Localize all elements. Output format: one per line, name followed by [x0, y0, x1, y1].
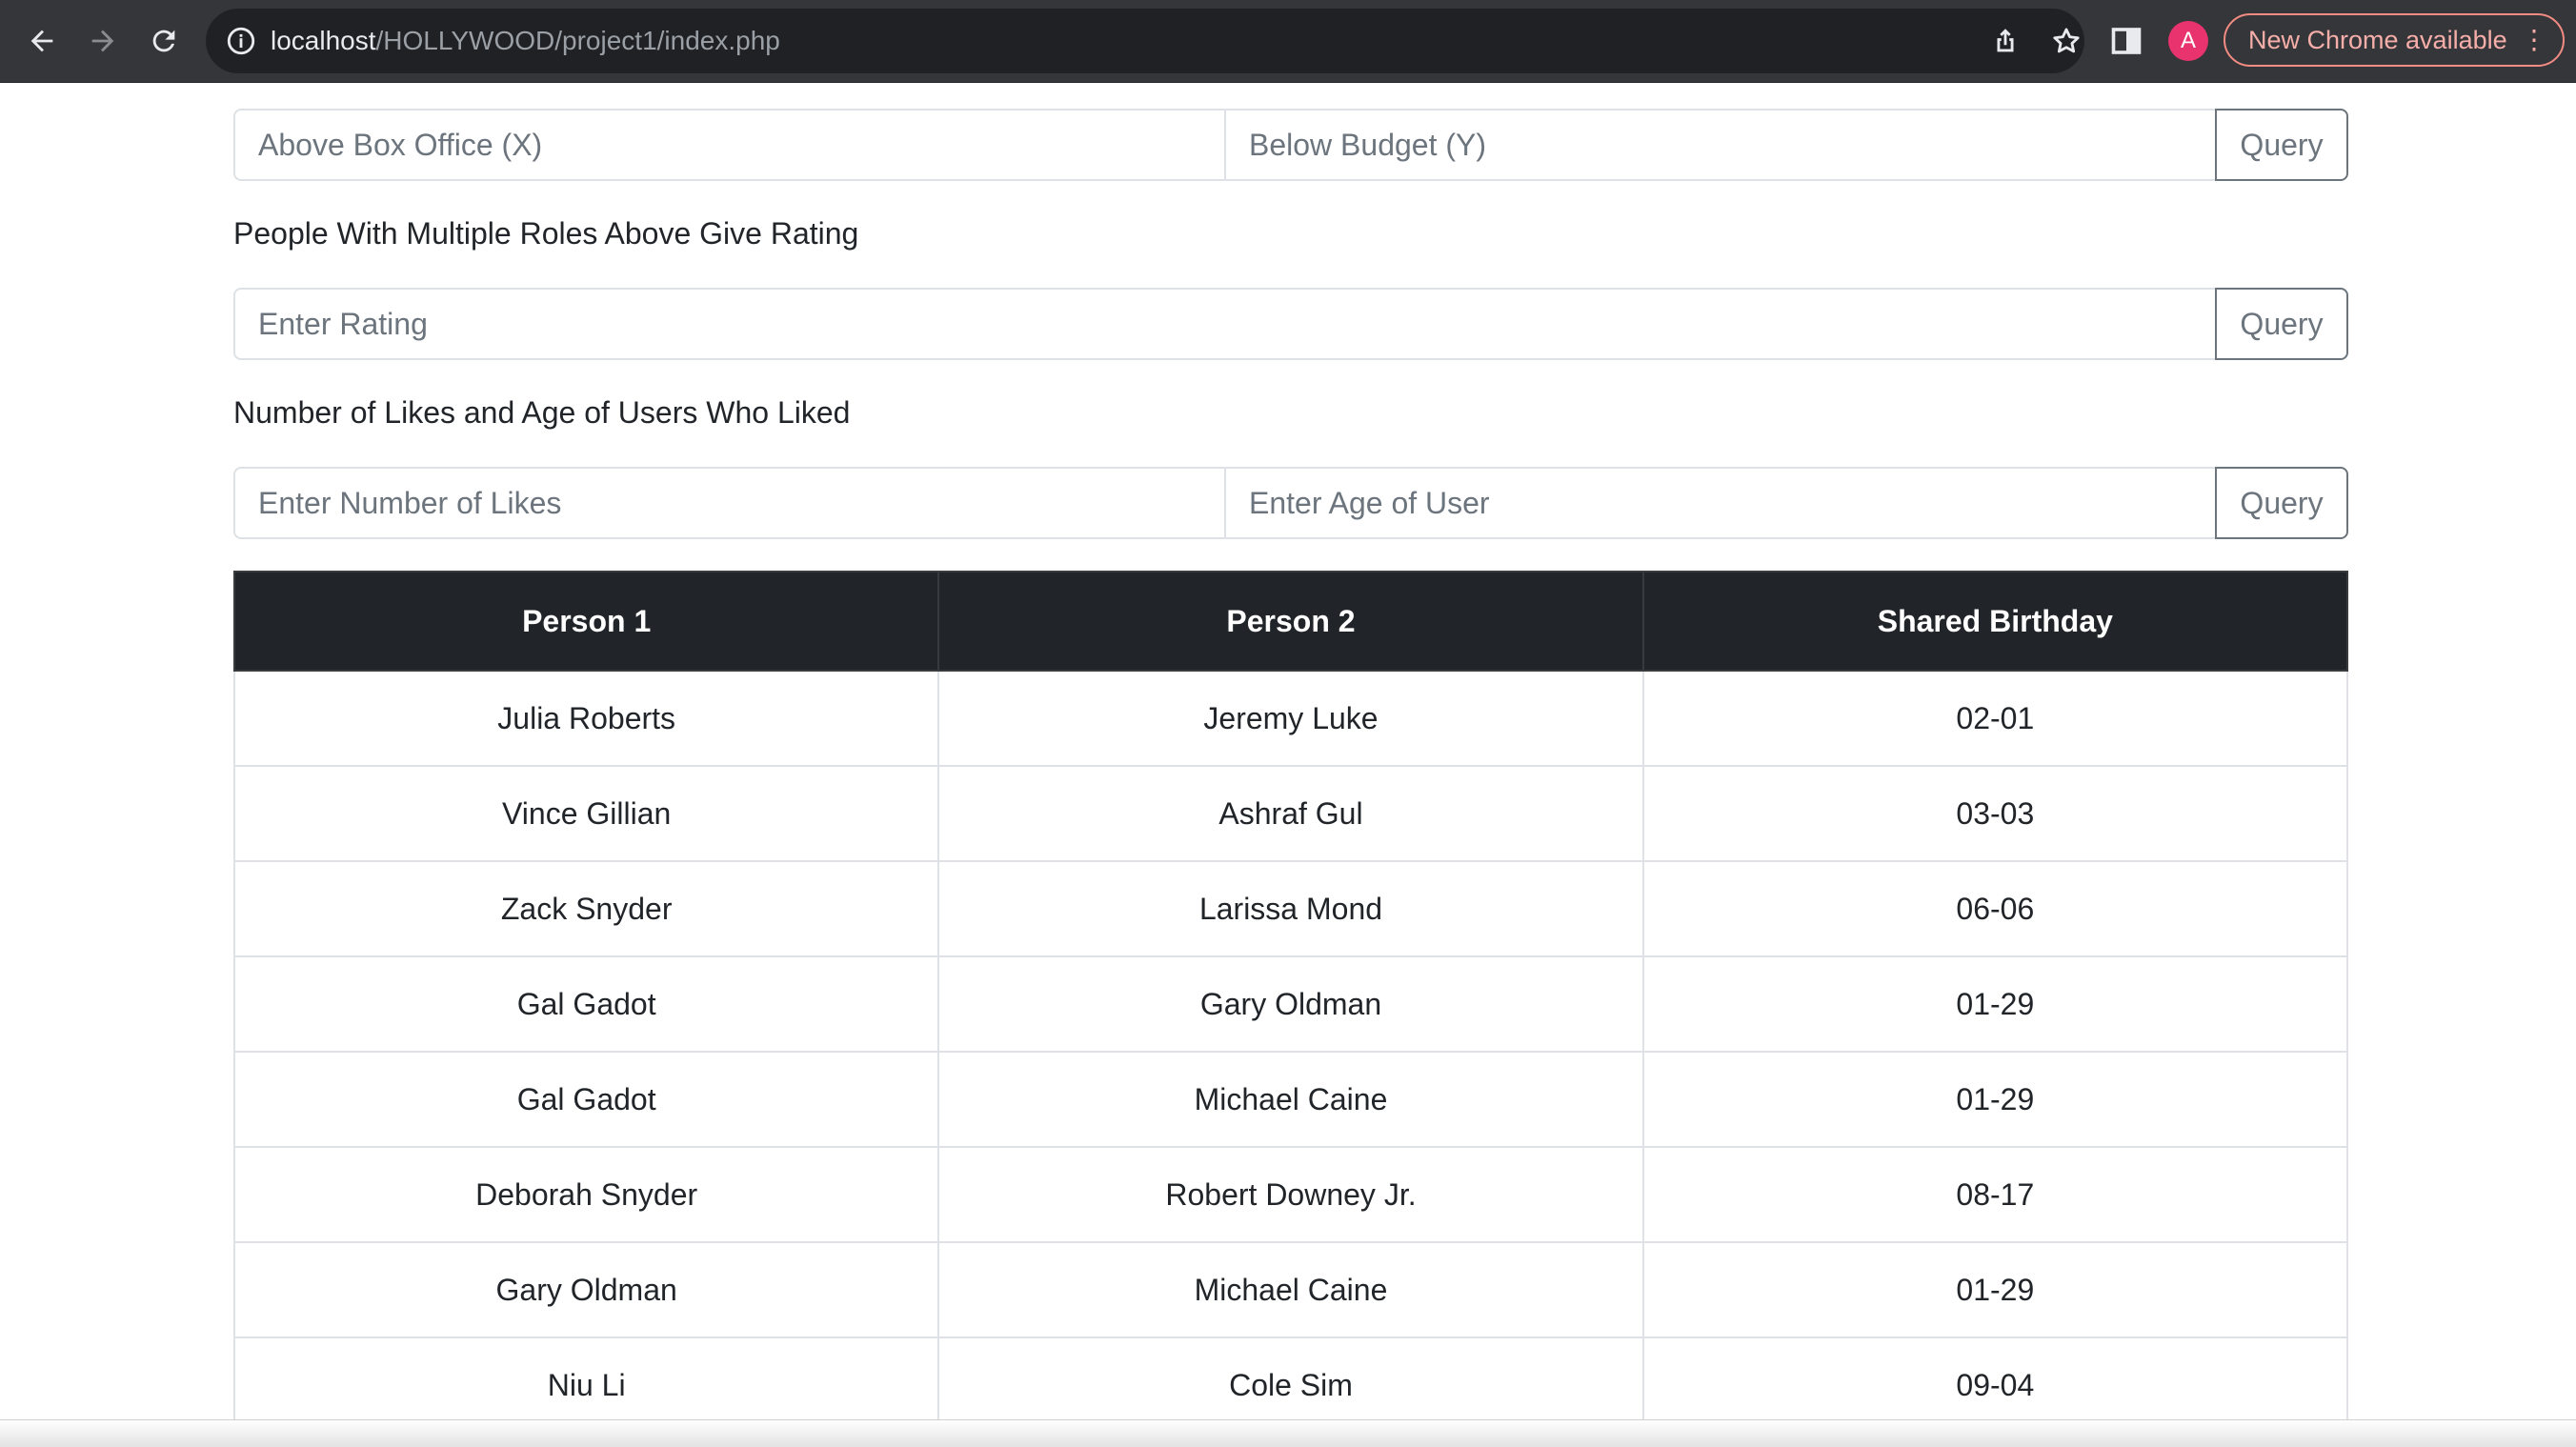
person-2-cell: Ashraf Gul	[937, 765, 1644, 862]
shared-birthday-cell: 01-29	[1641, 955, 2349, 1053]
reload-icon[interactable]	[139, 16, 189, 66]
multiple-roles-label: People With Multiple Roles Above Give Ra…	[233, 216, 859, 251]
window-bottom-edge	[0, 1419, 2576, 1447]
table-row: Gal Gadot Michael Caine 01-29	[232, 1051, 2349, 1148]
person-1-cell: Deborah Snyder	[232, 1146, 940, 1243]
table-row: Niu Li Cole Sim 09-04	[232, 1336, 2349, 1434]
person-2-cell: Robert Downey Jr.	[937, 1146, 1644, 1243]
person-1-cell: Gal Gadot	[232, 1051, 940, 1148]
back-icon[interactable]	[17, 16, 67, 66]
likes-age-label: Number of Likes and Age of Users Who Lik…	[233, 395, 851, 430]
side-panel-icon[interactable]	[2109, 24, 2143, 58]
number-of-likes-input[interactable]	[233, 467, 1224, 539]
person-2-cell: Michael Caine	[937, 1051, 1644, 1148]
shared-birthday-cell: 02-01	[1641, 670, 2349, 767]
url-path: /HOLLYWOOD/project1/index.php	[375, 26, 780, 55]
shared-birthday-cell: 08-17	[1641, 1146, 2349, 1243]
update-label: New Chrome available	[2248, 26, 2507, 54]
person-2-cell: Cole Sim	[937, 1336, 1644, 1434]
query-button-box-office[interactable]: Query	[2215, 109, 2348, 181]
table-row: Vince Gillian Ashraf Gul 03-03	[232, 765, 2349, 862]
query-button-rating[interactable]: Query	[2215, 288, 2348, 360]
person-2-cell: Gary Oldman	[937, 955, 1644, 1053]
table-row: Gal Gadot Gary Oldman 01-29	[232, 955, 2349, 1053]
shared-birthday-cell: 06-06	[1641, 860, 2349, 957]
rating-form: Query	[233, 288, 2348, 360]
shared-birthday-table: Person 1 Person 2 Shared Birthday Julia …	[232, 571, 2349, 1434]
rating-input[interactable]	[233, 288, 2215, 360]
person-2-cell: Larissa Mond	[937, 860, 1644, 957]
query-button-likes-age[interactable]: Query	[2215, 467, 2348, 539]
browser-toolbar: localhost/HOLLYWOOD/project1/index.php A…	[0, 0, 2576, 83]
table-row: Zack Snyder Larissa Mond 06-06	[232, 860, 2349, 957]
shared-birthday-cell: 01-29	[1641, 1051, 2349, 1148]
table-header-row: Person 1 Person 2 Shared Birthday	[232, 571, 2349, 672]
kebab-menu-icon[interactable]: ⋮	[2521, 15, 2547, 65]
share-icon[interactable]	[1989, 25, 2022, 57]
table-row: Julia Roberts Jeremy Luke 02-01	[232, 670, 2349, 767]
below-budget-input[interactable]	[1224, 109, 2215, 181]
person-1-cell: Zack Snyder	[232, 860, 940, 957]
age-of-user-input[interactable]	[1224, 467, 2215, 539]
page-content: Query People With Multiple Roles Above G…	[0, 83, 2576, 1446]
person-2-cell: Jeremy Luke	[937, 670, 1644, 767]
person-1-cell: Gary Oldman	[232, 1241, 940, 1338]
shared-birthday-cell: 01-29	[1641, 1241, 2349, 1338]
address-bar[interactable]: localhost/HOLLYWOOD/project1/index.php	[206, 9, 2084, 73]
person-1-cell: Vince Gillian	[232, 765, 940, 862]
table-row: Deborah Snyder Robert Downey Jr. 08-17	[232, 1146, 2349, 1243]
url-host: localhost	[271, 26, 376, 55]
column-header-shared-birthday: Shared Birthday	[1641, 571, 2349, 672]
shared-birthday-cell: 09-04	[1641, 1336, 2349, 1434]
site-info-icon[interactable]	[225, 25, 257, 57]
person-2-cell: Michael Caine	[937, 1241, 1644, 1338]
above-box-office-input[interactable]	[233, 109, 1224, 181]
person-1-cell: Gal Gadot	[232, 955, 940, 1053]
person-1-cell: Niu Li	[232, 1336, 940, 1434]
shared-birthday-cell: 03-03	[1641, 765, 2349, 862]
table-row: Gary Oldman Michael Caine 01-29	[232, 1241, 2349, 1338]
likes-age-form: Query	[233, 467, 2348, 539]
profile-avatar[interactable]: A	[2168, 21, 2208, 61]
column-header-person-1: Person 1	[232, 571, 940, 672]
new-chrome-available-button[interactable]: New Chrome available ⋮	[2224, 13, 2565, 67]
url-text: localhost/HOLLYWOOD/project1/index.php	[271, 9, 780, 73]
person-1-cell: Julia Roberts	[232, 670, 940, 767]
forward-icon[interactable]	[78, 16, 128, 66]
box-office-budget-form: Query	[233, 109, 2348, 181]
bookmark-star-icon[interactable]	[2050, 25, 2083, 57]
column-header-person-2: Person 2	[937, 571, 1644, 672]
